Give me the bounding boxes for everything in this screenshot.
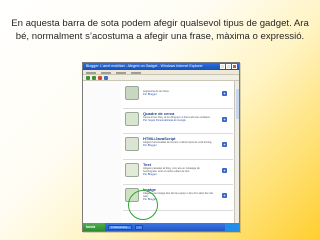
code-icon	[125, 137, 139, 151]
gadget-item[interactable]: Text Afegeix paraules al blog, com ara u…	[123, 160, 233, 185]
gadget-item[interactable]: HTML/JavaScript Afegeix funcionalitat de…	[123, 134, 233, 160]
back-icon[interactable]	[86, 76, 90, 80]
menu-item[interactable]	[131, 71, 141, 74]
add-gadget-button[interactable]: +	[222, 91, 227, 96]
gadget-item[interactable]: Quadre de cerca Cerca al teu blog, al te…	[123, 109, 233, 134]
blank-margin	[83, 81, 121, 223]
scrollbar[interactable]	[234, 81, 239, 223]
add-gadget-button[interactable]: +	[222, 142, 227, 147]
maximize-icon[interactable]	[226, 64, 231, 69]
home-icon[interactable]	[104, 76, 108, 80]
system-tray	[225, 223, 239, 231]
taskbar-item[interactable]: ...	[135, 224, 144, 230]
gadget-author: Per Blogger	[143, 144, 157, 148]
browser-screenshot: Blogger: L'arrel mobiliari - Afegeix un …	[82, 62, 240, 232]
slideshow-icon	[125, 86, 139, 100]
taskbar-item[interactable]: 4 Internet Exp...	[108, 224, 133, 230]
start-button[interactable]: Inicia	[83, 223, 105, 231]
window-controls	[220, 64, 237, 69]
add-gadget-button[interactable]: +	[222, 167, 227, 173]
gadget-author: Per Blogger	[143, 172, 157, 176]
add-gadget-button[interactable]: +	[222, 116, 227, 122]
gadget-author: Per l'equip Personalitzada de Google	[143, 118, 186, 122]
pencil-icon	[125, 162, 139, 177]
gadget-item[interactable]: seqüència de les fotos Per Blogger +	[123, 83, 233, 109]
menu-item[interactable]	[86, 71, 96, 74]
forward-icon[interactable]	[92, 76, 96, 80]
gadget-description: Afegeix paraules al blog, com ara un mis…	[143, 166, 200, 173]
window-title: Blogger: L'arrel mobiliari - Afegeix un …	[83, 63, 239, 70]
close-icon[interactable]	[232, 64, 237, 69]
menu-item[interactable]	[101, 71, 111, 74]
add-gadget-button[interactable]: +	[222, 193, 227, 198]
taskbar: Inicia 4 Internet Exp... ...	[83, 223, 239, 231]
highlight-circle	[128, 190, 158, 220]
slide-caption: En aquesta barra de sota podem afegir qu…	[11, 18, 309, 42]
magnifier-icon	[125, 111, 139, 126]
menu-item[interactable]	[116, 71, 126, 74]
scroll-thumb[interactable]	[235, 89, 239, 119]
stop-icon[interactable]	[98, 76, 102, 80]
gadget-author: Per Blogger	[143, 93, 157, 97]
minimize-icon[interactable]	[220, 64, 225, 69]
